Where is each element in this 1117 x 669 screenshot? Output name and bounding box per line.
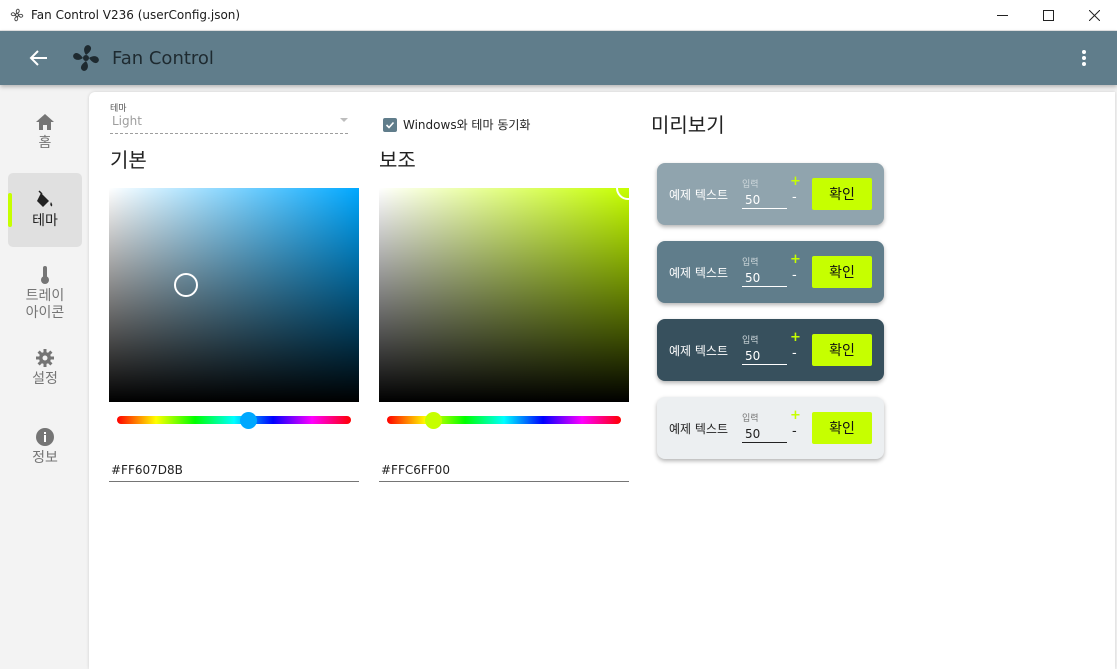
primary-color-title: 기본 — [110, 148, 147, 172]
preview-number-value: 50 — [745, 427, 761, 441]
paint-bucket-icon — [37, 190, 53, 207]
back-button[interactable] — [19, 38, 59, 78]
minus-icon[interactable]: - — [792, 346, 797, 361]
thermometer-icon — [41, 265, 49, 284]
minimize-icon — [996, 15, 1008, 16]
fan-app-icon — [10, 8, 24, 22]
theme-panel: 테마 Light Windows와 테마 동기화 기본 #FF607D8B 보조… — [89, 92, 1115, 669]
more-vertical-icon — [1082, 50, 1086, 66]
preview-number-value: 50 — [745, 271, 761, 285]
minus-icon[interactable]: - — [792, 268, 797, 283]
fan-logo-icon — [73, 45, 99, 71]
preview-input-label: 입력 — [742, 258, 759, 268]
more-menu-button[interactable] — [1071, 45, 1097, 71]
preview-card: 예제 텍스트 입력 50 + - 확인 — [657, 241, 884, 303]
preview-number-input[interactable]: 50 — [742, 427, 787, 443]
preview-number-input[interactable]: 50 — [742, 349, 787, 365]
info-icon — [36, 428, 54, 446]
preview-number-input[interactable]: 50 — [742, 271, 787, 287]
preview-confirm-button[interactable]: 확인 — [812, 256, 872, 288]
minimize-button[interactable] — [979, 0, 1025, 31]
sidebar-item-label: 홈 — [38, 135, 52, 151]
sidebar-item-label: 트레이 아이콘 — [25, 287, 65, 321]
sidebar-item-label: 테마 — [32, 213, 58, 229]
preview-confirm-button[interactable]: 확인 — [812, 412, 872, 444]
preview-confirm-button[interactable]: 확인 — [812, 334, 872, 366]
close-icon — [1088, 10, 1100, 21]
secondary-hex-input[interactable]: #FFC6FF00 — [379, 458, 629, 482]
preview-sample-text: 예제 텍스트 — [669, 344, 729, 358]
preview-input-label: 입력 — [742, 180, 759, 190]
preview-card: 예제 텍스트 입력 50 + - 확인 — [657, 163, 884, 225]
plus-icon[interactable]: + — [790, 330, 801, 345]
sidebar-item-label: 정보 — [32, 450, 58, 466]
preview-input-label: 입력 — [742, 336, 759, 346]
close-button[interactable] — [1071, 0, 1117, 31]
window-titlebar: Fan Control V236 (userConfig.json) — [0, 0, 1117, 31]
plus-icon[interactable]: + — [790, 408, 801, 423]
sync-windows-theme-label: Windows와 테마 동기화 — [403, 118, 531, 132]
maximize-icon — [1042, 10, 1054, 21]
chevron-down-icon — [340, 118, 348, 122]
preview-sample-text: 예제 텍스트 — [669, 422, 729, 436]
secondary-hue-slider[interactable] — [387, 412, 621, 429]
theme-select[interactable]: Light — [110, 114, 348, 134]
gear-icon — [36, 349, 54, 367]
theme-select-value: Light — [112, 114, 142, 128]
sidebar-item-theme[interactable]: 테마 — [8, 173, 82, 247]
preview-title: 미리보기 — [651, 113, 725, 137]
primary-hex-value: #FF607D8B — [111, 463, 183, 477]
primary-hue-slider[interactable] — [117, 412, 351, 429]
preview-number-value: 50 — [745, 349, 761, 363]
app-title: Fan Control — [112, 47, 214, 69]
window-title: Fan Control V236 (userConfig.json) — [31, 8, 241, 22]
preview-card: 예제 텍스트 입력 50 + - 확인 — [657, 397, 884, 459]
sync-windows-theme-checkbox[interactable]: Windows와 테마 동기화 — [383, 116, 530, 133]
secondary-hue-thumb[interactable] — [425, 412, 443, 429]
maximize-button[interactable] — [1025, 0, 1071, 31]
preview-card: 예제 텍스트 입력 50 + - 확인 — [657, 319, 884, 381]
preview-number-input[interactable]: 50 — [742, 193, 787, 209]
preview-number-value: 50 — [745, 193, 761, 207]
preview-confirm-button[interactable]: 확인 — [812, 178, 872, 210]
secondary-hex-value: #FFC6FF00 — [381, 463, 450, 477]
secondary-color-sv-picker[interactable] — [379, 188, 629, 402]
app-bar: Fan Control — [0, 31, 1117, 85]
primary-hex-input[interactable]: #FF607D8B — [109, 458, 359, 482]
plus-icon[interactable]: + — [790, 252, 801, 267]
theme-select-label: 테마 — [110, 104, 127, 114]
sidebar-item-tray-icon[interactable]: 트레이 아이콘 — [8, 251, 82, 335]
primary-hue-thumb[interactable] — [239, 412, 257, 429]
minus-icon[interactable]: - — [792, 190, 797, 205]
primary-color-sv-cursor[interactable] — [174, 273, 198, 297]
primary-color-sv-picker[interactable] — [109, 188, 359, 402]
sidebar-item-about[interactable]: 정보 — [8, 410, 82, 484]
minus-icon[interactable]: - — [792, 424, 797, 439]
preview-sample-text: 예제 텍스트 — [669, 188, 729, 202]
arrow-left-icon — [29, 50, 47, 66]
sidebar-item-settings[interactable]: 설정 — [8, 331, 82, 405]
preview-input-label: 입력 — [742, 414, 759, 424]
sidebar: 홈 테마 트레이 아이콘 설정 정보 — [0, 85, 89, 669]
sidebar-item-label: 설정 — [32, 371, 58, 387]
home-icon — [36, 114, 54, 130]
checkbox-checked-icon — [383, 117, 397, 132]
sidebar-item-home[interactable]: 홈 — [8, 95, 82, 169]
secondary-color-title: 보조 — [379, 148, 416, 172]
plus-icon[interactable]: + — [790, 174, 801, 189]
preview-sample-text: 예제 텍스트 — [669, 266, 729, 280]
